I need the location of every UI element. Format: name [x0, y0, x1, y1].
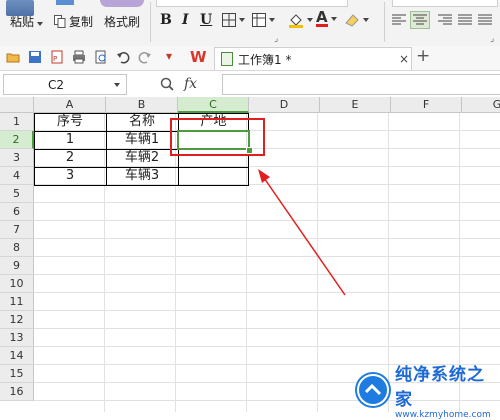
watermark-logo-icon	[355, 372, 391, 408]
new-tab-button[interactable]: +	[416, 46, 430, 66]
ribbon-toolbar: 粘贴 复制 格式刷 B I U ⌟ A ⌟	[0, 0, 500, 47]
open-folder-icon[interactable]	[6, 50, 20, 64]
close-tab-icon[interactable]: ×	[397, 52, 411, 66]
formula-input[interactable]	[222, 74, 500, 95]
underline-button[interactable]: U	[200, 12, 212, 28]
border-icon	[222, 13, 236, 27]
scissors-icon[interactable]	[56, 0, 74, 5]
divider	[384, 2, 385, 42]
align-center-button[interactable]	[410, 11, 430, 29]
border-button[interactable]	[222, 13, 245, 27]
tab-workbook[interactable]: 工作簿1 * ×	[214, 47, 412, 70]
align-right-button[interactable]	[438, 14, 452, 26]
italic-button[interactable]: I	[182, 12, 189, 28]
save-icon[interactable]	[28, 50, 42, 64]
undo-icon[interactable]	[116, 50, 130, 64]
align-center-icon	[413, 14, 427, 25]
justify-button[interactable]	[458, 14, 472, 26]
distributed-button[interactable]	[478, 14, 492, 26]
insert-function-button[interactable]: fx	[184, 76, 197, 92]
dialog-launcher-icon[interactable]: ⌟	[274, 34, 278, 44]
site-watermark: 纯净系统之家 www.kzmyhome.com	[355, 365, 500, 420]
wps-logo-icon: W	[190, 48, 207, 66]
paste-button[interactable]: 粘贴	[10, 13, 44, 30]
formula-bar: C2 fx	[0, 71, 500, 98]
customize-toolbar-icon[interactable]: ▾	[166, 49, 172, 63]
align-right-icon	[438, 14, 452, 25]
name-box-value: C2	[48, 77, 65, 92]
fill-color-button[interactable]	[288, 12, 313, 28]
align-group-top	[392, 0, 498, 7]
svg-text:P: P	[53, 55, 57, 63]
redo-icon[interactable]	[138, 50, 152, 64]
align-left-button[interactable]	[392, 14, 406, 26]
watermark-title: 纯净系统之家	[395, 365, 485, 410]
format-painter-label: 格式刷	[104, 15, 141, 29]
chevron-down-icon	[37, 22, 44, 26]
print-preview-icon[interactable]	[94, 50, 108, 64]
print-icon[interactable]	[72, 50, 86, 64]
tab-title: 工作簿1 *	[238, 52, 292, 67]
font-name-select[interactable]	[156, 0, 348, 7]
copy-button[interactable]: 复制	[54, 13, 93, 30]
export-pdf-icon[interactable]: P	[50, 50, 64, 64]
eraser-icon	[345, 14, 359, 27]
cell-style-button[interactable]	[252, 13, 275, 27]
align-left-icon	[392, 14, 406, 25]
chevron-down-icon[interactable]	[114, 82, 120, 87]
divider	[150, 2, 151, 42]
font-color-icon: A	[316, 8, 328, 27]
table-style-icon	[252, 13, 266, 27]
zoom-icon[interactable]	[160, 77, 174, 91]
copy-label: 复制	[69, 15, 94, 29]
brush-icon	[100, 0, 144, 7]
format-painter-button[interactable]: 格式刷	[104, 13, 140, 30]
justify-icon	[458, 14, 472, 25]
name-box[interactable]: C2	[3, 74, 127, 95]
paint-bucket-icon	[289, 14, 303, 28]
clear-format-button[interactable]	[344, 12, 369, 28]
font-color-button[interactable]: A	[316, 10, 337, 27]
copy-icon	[54, 15, 66, 28]
spreadsheet-file-icon	[221, 52, 233, 66]
dialog-launcher-icon[interactable]: ⌟	[490, 34, 494, 44]
bold-button[interactable]: B	[160, 12, 172, 28]
distributed-icon	[478, 14, 492, 25]
